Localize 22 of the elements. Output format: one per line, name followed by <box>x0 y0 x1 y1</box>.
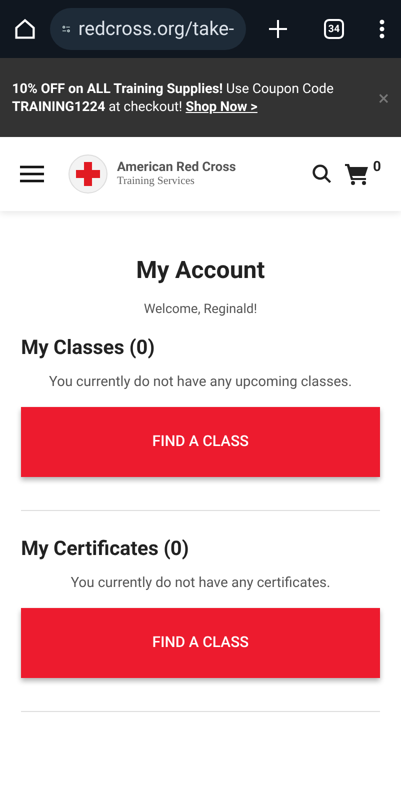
brand-tagline: Training Services <box>117 176 196 187</box>
tab-count[interactable]: 34 <box>324 19 344 39</box>
section-message: You currently do not have any upcoming classes. <box>48 372 353 392</box>
cross-logo-icon[interactable] <box>68 154 108 194</box>
page-title: My Account <box>135 258 266 282</box>
section-heading: My Certificates (0) <box>21 534 190 562</box>
cart-icon[interactable] <box>344 163 369 185</box>
find-class-button[interactable]: FIND A CLASS <box>21 608 380 678</box>
address-bar[interactable]: redcross.org/take- <box>50 8 246 50</box>
brand-name: American Red Cross <box>117 161 236 174</box>
promo-text: 10% OFF on ALL Training Supplies! Use Coupon Code TRAINING1224 at checkout! Shop Now > <box>12 80 335 116</box>
cart-count: 0 <box>372 158 381 177</box>
section-heading: My Classes (0) <box>21 334 156 360</box>
shop-now-link[interactable]: Shop Now > <box>186 98 258 114</box>
welcome-text: Welcome, Reginald! <box>142 301 258 319</box>
more-icon[interactable] <box>379 19 385 39</box>
plus-icon[interactable] <box>266 17 290 41</box>
menu-icon[interactable] <box>20 165 44 183</box>
section-message: You currently do not have any certificates. <box>70 574 332 592</box>
find-class-button[interactable]: FIND A CLASS <box>21 406 380 476</box>
search-icon[interactable] <box>310 163 333 185</box>
url-text: redcross.org/take- <box>78 16 234 42</box>
